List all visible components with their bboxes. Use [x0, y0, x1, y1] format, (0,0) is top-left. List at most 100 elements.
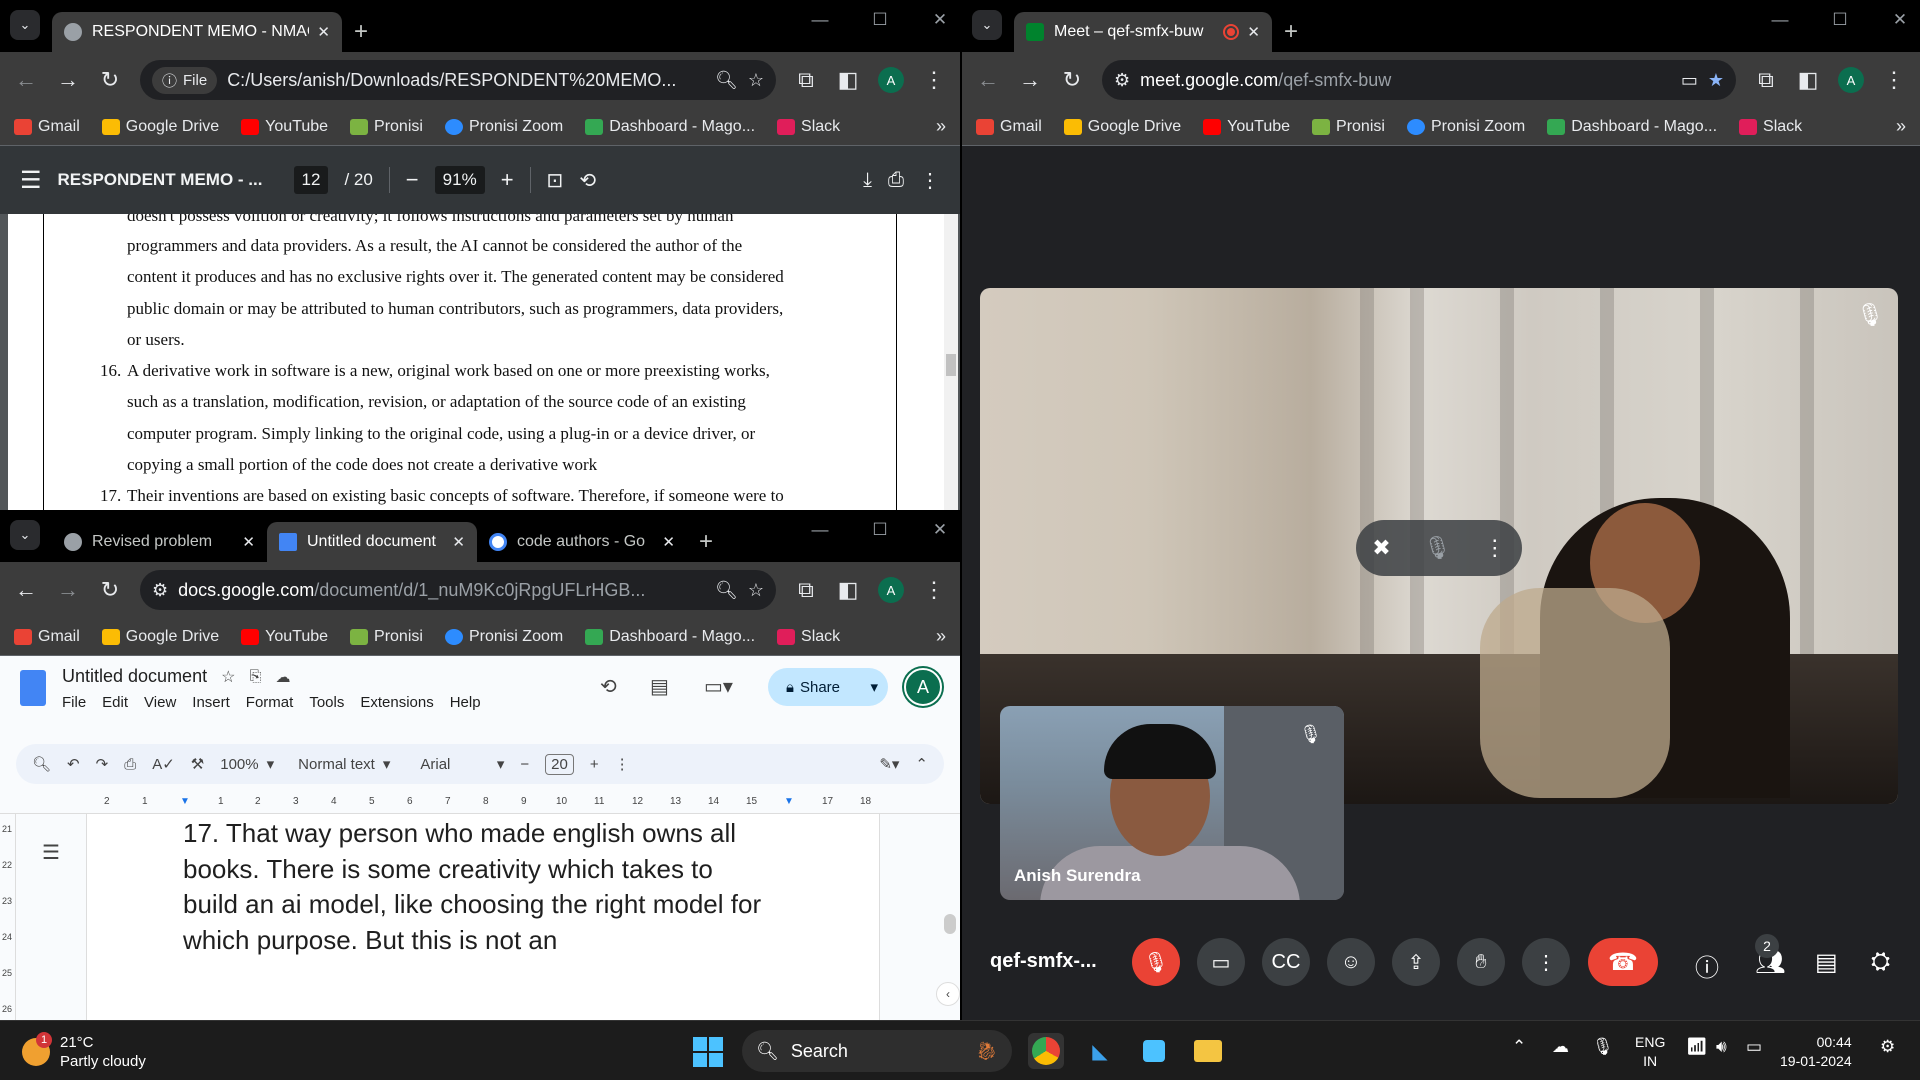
chevron-down-icon[interactable]: ▾: [870, 678, 878, 696]
tab-revised-problem[interactable]: Revised problem ✕: [52, 522, 267, 562]
extensions-icon[interactable]: ⧉: [1754, 67, 1778, 93]
reload-icon[interactable]: ↻: [98, 577, 122, 603]
account-avatar[interactable]: A: [904, 668, 942, 706]
raise-hand-button[interactable]: ✋︎: [1457, 938, 1505, 986]
zoom-in-icon[interactable]: +: [501, 167, 514, 193]
scrollbar-thumb[interactable]: [944, 914, 956, 934]
tab-meet[interactable]: Meet – qef-smfx-buw ✕: [1014, 12, 1272, 52]
zoom-icon[interactable]: 🔍︎: [715, 580, 738, 601]
address-bar[interactable]: ⚙︎ docs.google.com/document/d/1_nuM9Kc0j…: [140, 570, 776, 610]
zoom-dropdown[interactable]: 100% ▾: [220, 755, 274, 774]
new-tab-button[interactable]: +: [699, 528, 713, 556]
zoom-icon[interactable]: 🔍︎: [715, 70, 738, 91]
menu-insert[interactable]: Insert: [192, 694, 230, 711]
chrome-taskbar-icon[interactable]: [1028, 1033, 1064, 1069]
side-panel-icon[interactable]: ◧: [836, 577, 860, 603]
profile-avatar[interactable]: A: [1838, 67, 1864, 93]
meet-camera-icon[interactable]: ▭▾: [704, 674, 733, 699]
bookmark-google-drive[interactable]: Google Drive: [101, 118, 219, 136]
close-window-icon[interactable]: ✕: [930, 520, 950, 540]
close-tab-icon[interactable]: ✕: [242, 533, 255, 551]
back-icon[interactable]: ←: [14, 577, 38, 603]
spellcheck-icon[interactable]: A✓: [152, 755, 175, 773]
show-hidden-icons-icon[interactable]: ⌃: [1512, 1037, 1526, 1057]
chat-icon[interactable]: ▤: [1815, 948, 1838, 977]
horizontal-ruler[interactable]: 2 1 ▼ 1 2 3 4 5 6 7 8 9 10 11 12 13 14 1…: [0, 792, 960, 814]
language-indicator[interactable]: ENG IN: [1635, 1033, 1665, 1071]
new-tab-button[interactable]: +: [1284, 18, 1298, 46]
increase-font-icon[interactable]: +: [590, 756, 599, 773]
docs-logo-icon[interactable]: [20, 670, 46, 706]
bookmark-google-drive[interactable]: Google Drive: [1063, 118, 1181, 136]
menu-extensions[interactable]: Extensions: [360, 694, 433, 711]
tab-code-authors[interactable]: code authors - Go ✕: [477, 522, 687, 562]
print-icon[interactable]: ⎙: [124, 756, 136, 773]
extensions-icon[interactable]: ⧉: [794, 577, 818, 603]
menu-format[interactable]: Format: [246, 694, 294, 711]
url-text[interactable]: meet.google.com/qef-smfx-buw: [1140, 70, 1671, 91]
tab-search-button[interactable]: ⌄: [972, 10, 1002, 40]
more-bookmarks-icon[interactable]: »: [1896, 116, 1906, 137]
address-bar[interactable]: ⚙︎ meet.google.com/qef-smfx-buw ▭ ★: [1102, 60, 1736, 100]
unpin-icon[interactable]: ✖: [1372, 535, 1390, 561]
side-panel-toggle-icon[interactable]: ‹: [936, 982, 960, 1006]
vscode-taskbar-icon[interactable]: ◣: [1082, 1033, 1118, 1069]
bookmark-gmail[interactable]: Gmail: [14, 118, 80, 136]
leave-call-button[interactable]: ☎︎: [1588, 938, 1658, 986]
close-window-icon[interactable]: ✕: [930, 10, 950, 30]
weather-widget[interactable]: 1 21°C Partly cloudy: [22, 1032, 146, 1071]
tab-untitled-document[interactable]: Untitled document ✕: [267, 522, 477, 562]
bookmark-slack[interactable]: Slack: [777, 628, 840, 646]
close-tab-icon[interactable]: ✕: [1247, 23, 1260, 41]
undo-icon[interactable]: ↶: [67, 755, 80, 773]
bookmark-pronisi-zoom[interactable]: Pronisi Zoom: [1406, 118, 1525, 136]
close-window-icon[interactable]: ✕: [1890, 10, 1910, 30]
side-panel-icon[interactable]: ◧: [836, 67, 860, 93]
forward-icon[interactable]: →: [56, 577, 80, 603]
tab-pdf[interactable]: RESPONDENT MEMO - NMAC ✕: [52, 12, 342, 52]
profile-avatar[interactable]: A: [878, 577, 904, 603]
page-number-input[interactable]: 12: [293, 166, 329, 194]
minimize-icon[interactable]: —: [810, 520, 830, 540]
scrollbar-thumb[interactable]: [946, 354, 956, 376]
menu-file[interactable]: File: [62, 694, 86, 711]
menu-icon[interactable]: ⋮: [1882, 67, 1906, 93]
file-chip[interactable]: ⓘ File: [152, 66, 218, 94]
redo-icon[interactable]: ↷: [96, 755, 109, 773]
menu-tools[interactable]: Tools: [309, 694, 344, 711]
document-text[interactable]: 17. That way person who made english own…: [183, 816, 803, 958]
tab-search-button[interactable]: ⌄: [10, 520, 40, 550]
bookmark-youtube[interactable]: YouTube: [1203, 118, 1290, 136]
extensions-icon[interactable]: ⧉: [794, 67, 818, 93]
indent-marker-icon[interactable]: ▼: [180, 796, 190, 807]
bookmark-dashboard[interactable]: Dashboard - Mago...: [585, 628, 755, 646]
more-options-button[interactable]: ⋮: [1522, 938, 1570, 986]
tab-search-button[interactable]: ⌄: [10, 10, 40, 40]
pdf-scrollbar[interactable]: [944, 214, 958, 510]
zoom-out-icon[interactable]: −: [406, 167, 419, 193]
activities-icon[interactable]: ⛭: [1871, 948, 1890, 976]
onedrive-icon[interactable]: ☁: [1552, 1037, 1569, 1057]
pdf-viewport[interactable]: doesn't possess volition or creativity; …: [0, 214, 960, 510]
search-menus-icon[interactable]: 🔍︎: [32, 755, 51, 773]
maximize-icon[interactable]: ☐: [1830, 10, 1850, 30]
style-dropdown[interactable]: Normal text ▾: [298, 755, 390, 774]
meeting-details-icon[interactable]: ⓘ: [1695, 948, 1719, 983]
bookmark-dashboard[interactable]: Dashboard - Mago...: [1547, 118, 1717, 136]
doc-title[interactable]: Untitled document: [62, 666, 207, 687]
version-history-icon[interactable]: ⟲: [600, 674, 617, 699]
minimize-icon[interactable]: —: [1770, 10, 1790, 30]
right-indent-marker-icon[interactable]: ▼: [784, 796, 794, 807]
font-dropdown[interactable]: Arial ▾: [420, 755, 504, 774]
collapse-menus-icon[interactable]: ⌃: [915, 755, 928, 773]
paint-format-icon[interactable]: ⚒: [191, 755, 204, 773]
menu-edit[interactable]: Edit: [102, 694, 128, 711]
self-video-tile[interactable]: 🎙︎ Anish Surendra: [1000, 706, 1344, 900]
star-icon[interactable]: ☆: [221, 667, 235, 687]
bookmark-slack[interactable]: Slack: [1739, 118, 1802, 136]
system-clock[interactable]: 00:44 19-01-2024: [1780, 1033, 1852, 1071]
menu-icon[interactable]: ⋮: [922, 67, 946, 93]
bookmark-star-icon[interactable]: ☆: [748, 580, 764, 601]
document-page[interactable]: 17. That way person who made english own…: [86, 814, 880, 1020]
bookmark-gmail[interactable]: Gmail: [976, 118, 1042, 136]
